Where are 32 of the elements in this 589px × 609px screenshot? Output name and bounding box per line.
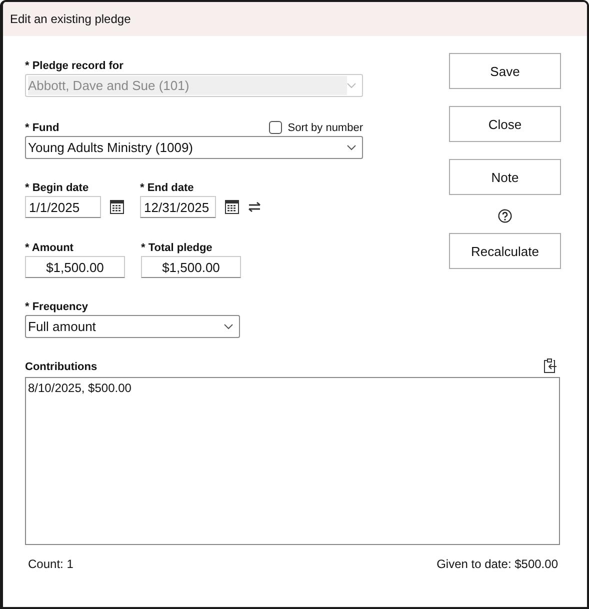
window-title: Edit an existing pledge: [10, 12, 131, 26]
help-icon[interactable]: [498, 209, 512, 223]
field-label: * Total pledge: [141, 242, 212, 254]
field-label: * Pledge record for: [25, 60, 124, 72]
list-item[interactable]: 8/10/2025, $500.00: [28, 381, 557, 395]
date-field[interactable]: 12/31/2025: [140, 196, 216, 218]
dropdown[interactable]: Full amount: [25, 315, 240, 338]
field-label: * Begin date: [25, 182, 89, 194]
amount-field[interactable]: $1,500.00: [141, 256, 241, 278]
swap-icon[interactable]: [248, 202, 261, 212]
field-label: * End date: [140, 182, 194, 194]
field-label: * Frequency: [25, 301, 88, 313]
action-button[interactable]: Save: [449, 53, 561, 89]
amount-field[interactable]: $1,500.00: [25, 256, 125, 278]
date-field[interactable]: 1/1/2025: [25, 196, 101, 218]
field-label: * Amount: [25, 242, 74, 254]
action-button[interactable]: Close: [449, 106, 561, 142]
caret-icon: [347, 82, 356, 88]
section-label: Contributions: [25, 361, 98, 373]
field-label: * Fund: [25, 122, 60, 134]
count-text: Count: 1: [28, 557, 74, 571]
caret-icon: [347, 144, 356, 150]
calendar-icon[interactable]: [225, 200, 239, 214]
dropdown[interactable]: Young Adults Ministry (1009): [25, 136, 363, 159]
given-to-date-text: Given to date: $500.00: [436, 557, 558, 571]
checkbox[interactable]: [268, 121, 282, 134]
clipboard-icon[interactable]: [544, 358, 557, 373]
caret-icon: [224, 324, 233, 330]
calendar-icon[interactable]: [110, 200, 124, 214]
checkbox-label: Sort by number: [288, 122, 363, 134]
action-button[interactable]: Note: [449, 159, 561, 195]
action-button[interactable]: Recalculate: [449, 233, 561, 269]
